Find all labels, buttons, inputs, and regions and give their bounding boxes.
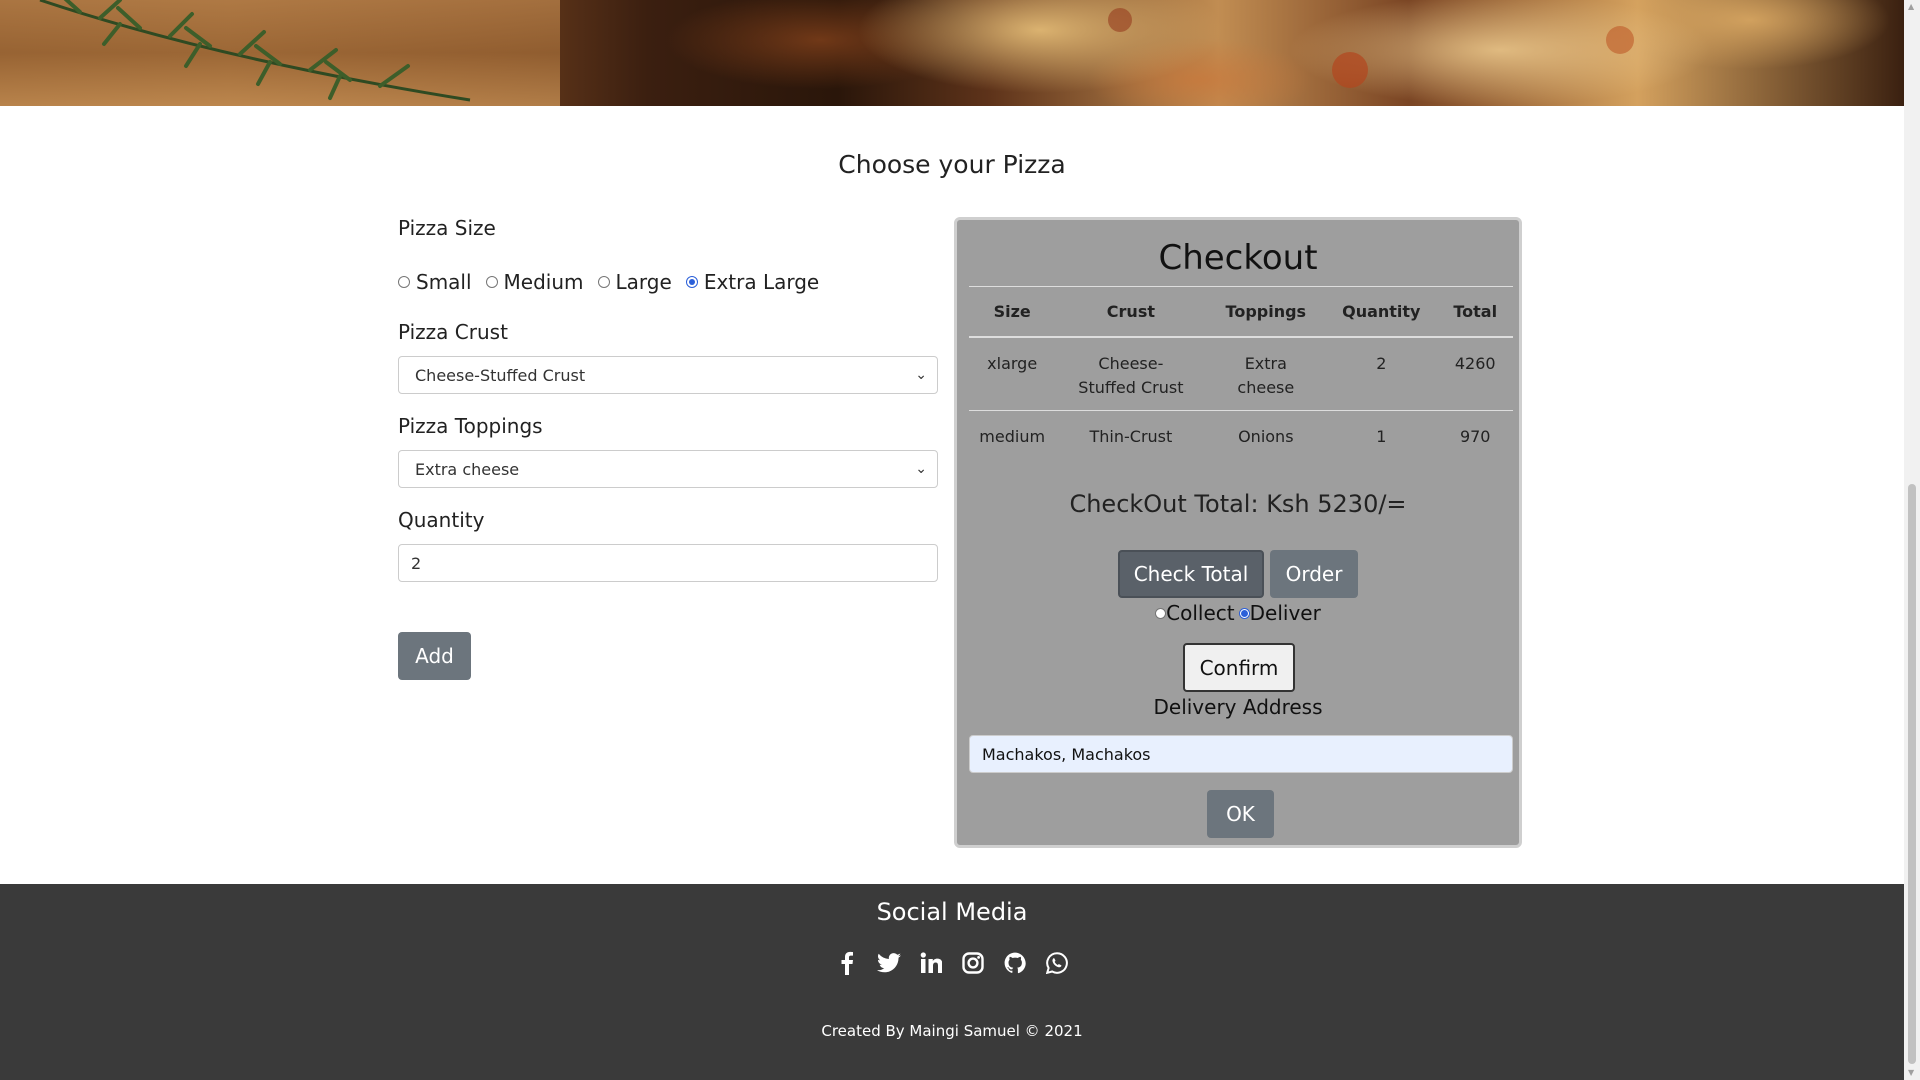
rosemary-garnish — [39, 0, 1634, 102]
quantity-value: 2 — [411, 553, 422, 573]
col-total: Total — [1437, 286, 1513, 338]
size-small-label: Small — [416, 270, 472, 294]
col-toppings: Toppings — [1206, 286, 1326, 338]
checkout-title: Checkout — [1158, 238, 1318, 278]
scroll-down-arrow-icon[interactable]: ▼ — [1908, 1068, 1914, 1077]
deliver-label: Deliver — [1249, 601, 1321, 625]
footer-title: Social Media — [876, 898, 1028, 926]
size-extra-large-label: Extra Large — [703, 270, 820, 294]
table-header-row: Size Crust Toppings Quantity Total — [969, 286, 1513, 338]
check-total-button[interactable]: Check Total — [1118, 550, 1264, 598]
github-icon[interactable] — [1003, 950, 1027, 976]
facebook-icon[interactable] — [835, 950, 859, 976]
social-links — [0, 950, 1904, 976]
radio-medium[interactable] — [485, 276, 498, 288]
footer-credits: Created By Maingi Samuel © 2021 — [821, 1022, 1083, 1040]
size-option-small[interactable]: Small — [398, 270, 472, 294]
chevron-down-icon: ⌄ — [915, 461, 927, 477]
collect-label: Collect — [1166, 601, 1235, 625]
cell-total: 970 — [1459, 427, 1491, 446]
add-button[interactable]: Add — [398, 632, 471, 680]
twitter-icon[interactable] — [877, 950, 901, 976]
radio-large[interactable] — [597, 276, 610, 288]
radio-extra-large[interactable] — [685, 276, 698, 288]
cell-size: xlarge — [969, 336, 1056, 411]
cell-toppings: Extra cheese — [1206, 336, 1326, 411]
size-option-medium[interactable]: Medium — [485, 270, 584, 294]
hero-banner-image — [0, 0, 1904, 106]
size-option-large[interactable]: Large — [597, 270, 672, 294]
footer: Social Media Created By Maingi Samuel © … — [0, 884, 1904, 1080]
col-crust: Crust — [1055, 286, 1207, 338]
pizza-size-label: Pizza Size — [398, 216, 496, 240]
radio-collect[interactable] — [1155, 607, 1167, 619]
scroll-up-arrow-icon[interactable]: ▲ — [1908, 2, 1914, 11]
scrollbar-thumb[interactable] — [1908, 484, 1916, 1064]
table-row: xlarge Cheese-Stuffed Crust Extra cheese… — [969, 336, 1513, 411]
cell-quantity: 2 — [1325, 336, 1438, 411]
whatsapp-icon[interactable] — [1045, 950, 1069, 976]
cell-quantity: 1 — [1376, 427, 1387, 446]
delivery-options: Collect Deliver — [957, 601, 1519, 625]
linkedin-icon[interactable] — [919, 950, 943, 976]
size-large-label: Large — [615, 270, 672, 294]
checkout-panel: Checkout Size Crust Toppings Quantity To… — [954, 217, 1522, 848]
toppings-select[interactable]: Extra cheese ⌄ — [398, 450, 938, 488]
crust-select-value: Cheese-Stuffed Crust — [415, 365, 586, 385]
delivery-address-label: Delivery Address — [1153, 695, 1323, 719]
chevron-down-icon: ⌄ — [915, 367, 927, 383]
cell-total: 4260 — [1437, 336, 1513, 411]
page-scrollbar[interactable]: ▲ ▼ — [1904, 0, 1920, 1080]
order-table: Size Crust Toppings Quantity Total xlarg… — [969, 286, 1513, 469]
crust-select[interactable]: Cheese-Stuffed Crust ⌄ — [398, 356, 938, 394]
toppings-select-value: Extra cheese — [415, 459, 520, 479]
size-options: Small Medium Large Extra Large — [398, 270, 938, 294]
section-title: Choose your Pizza — [838, 150, 1066, 179]
table-row: medium Thin-Crust Onions 1 970 — [969, 411, 1513, 469]
order-button[interactable]: Order — [1270, 550, 1358, 598]
quantity-input[interactable]: 2 — [398, 544, 938, 582]
radio-small[interactable] — [398, 276, 410, 288]
pizza-crust-label: Pizza Crust — [398, 320, 508, 344]
size-option-extra-large[interactable]: Extra Large — [685, 270, 820, 294]
cell-toppings: Onions — [1238, 427, 1294, 446]
pizza-form: Pizza Size Small Medium Large Extra Larg… — [398, 216, 938, 582]
cell-crust: Thin-Crust — [1089, 427, 1173, 446]
ok-button[interactable]: OK — [1207, 790, 1274, 838]
quantity-label: Quantity — [398, 508, 485, 532]
cell-size: medium — [979, 427, 1046, 446]
cell-crust: Cheese-Stuffed Crust — [1055, 336, 1207, 411]
instagram-icon[interactable] — [961, 950, 985, 976]
pizza-toppings-label: Pizza Toppings — [398, 414, 543, 438]
delivery-address-value: Machakos, Machakos — [982, 744, 1151, 764]
radio-deliver[interactable] — [1238, 607, 1250, 619]
checkout-total: CheckOut Total: Ksh 5230/= — [1069, 490, 1407, 518]
size-medium-label: Medium — [503, 270, 584, 294]
confirm-button[interactable]: Confirm — [1183, 643, 1295, 692]
col-quantity: Quantity — [1325, 286, 1438, 338]
delivery-address-input[interactable]: Machakos, Machakos — [969, 735, 1513, 773]
col-size: Size — [969, 286, 1056, 338]
